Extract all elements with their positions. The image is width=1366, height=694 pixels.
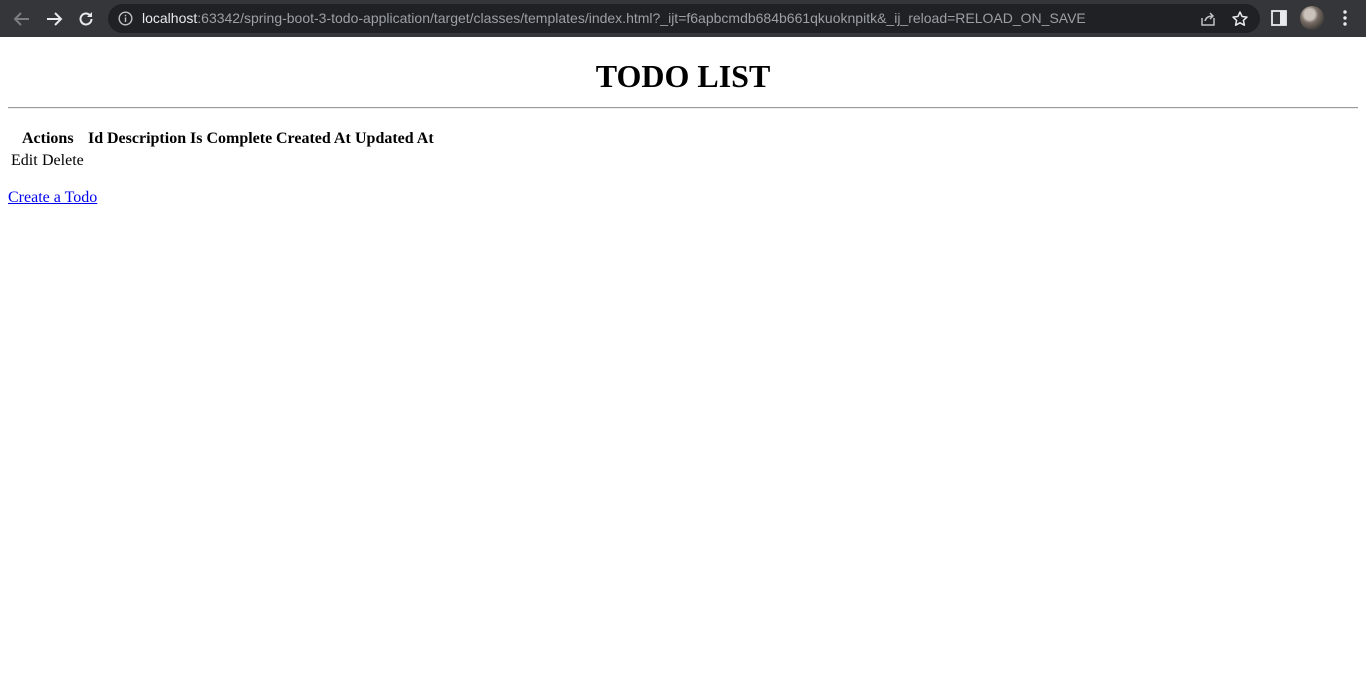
forward-button[interactable] bbox=[42, 7, 66, 31]
url-host: localhost bbox=[142, 10, 198, 26]
reload-button[interactable] bbox=[74, 7, 98, 31]
side-panel-icon[interactable] bbox=[1270, 9, 1288, 27]
divider bbox=[8, 107, 1358, 109]
star-icon[interactable] bbox=[1231, 10, 1249, 28]
header-created-at: Created At bbox=[276, 130, 351, 147]
arrow-left-icon bbox=[13, 12, 29, 26]
page-title: TODO LIST bbox=[595, 58, 771, 94]
arrow-right-icon bbox=[47, 12, 63, 26]
header-description: Description bbox=[107, 130, 187, 147]
header-is-complete: Is Complete bbox=[190, 130, 273, 147]
profile-avatar[interactable] bbox=[1300, 6, 1324, 30]
address-bar[interactable]: localhost:63342/spring-boot-3-todo-appli… bbox=[108, 4, 1260, 33]
url-path: :63342/spring-boot-3-todo-application/ta… bbox=[197, 10, 1086, 26]
reload-icon bbox=[79, 12, 93, 26]
page-content: TODO LIST Actions Id Description Is Comp… bbox=[0, 37, 1366, 694]
browser-toolbar: localhost:63342/spring-boot-3-todo-appli… bbox=[0, 0, 1366, 37]
url-text[interactable]: localhost:63342/spring-boot-3-todo-appli… bbox=[142, 10, 1086, 27]
header-id: Id bbox=[88, 130, 104, 147]
edit-action[interactable]: Edit bbox=[11, 151, 38, 170]
info-icon[interactable] bbox=[118, 11, 133, 26]
share-icon[interactable] bbox=[1199, 10, 1217, 28]
create-todo-link[interactable]: Create a Todo bbox=[8, 188, 97, 207]
back-button[interactable] bbox=[10, 7, 34, 31]
kebab-menu-icon[interactable] bbox=[1336, 9, 1354, 27]
delete-action[interactable]: Delete bbox=[42, 151, 84, 170]
header-actions: Actions bbox=[22, 130, 74, 147]
header-updated-at: Updated At bbox=[355, 130, 434, 147]
